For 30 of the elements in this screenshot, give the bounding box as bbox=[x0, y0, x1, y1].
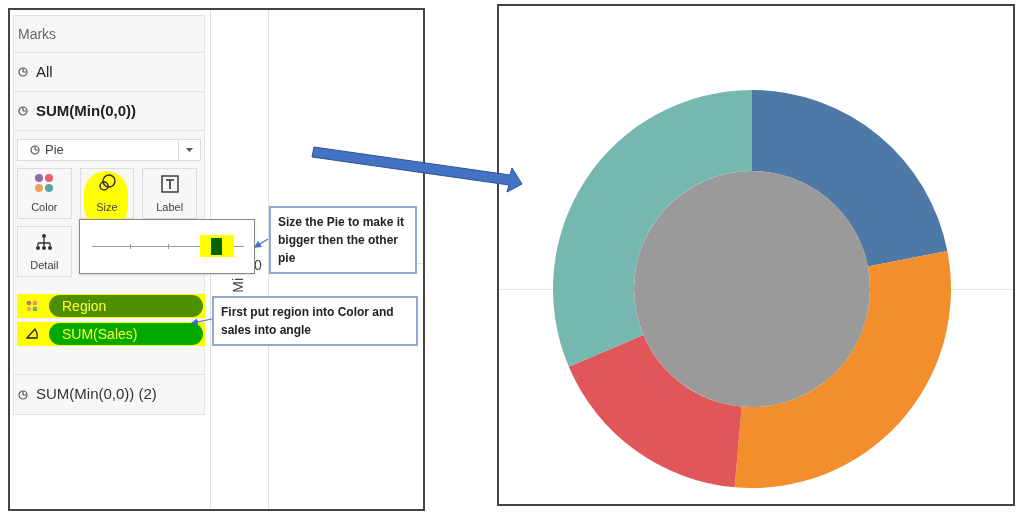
layer-item[interactable]: All bbox=[14, 53, 204, 92]
color-dots-icon bbox=[34, 172, 55, 193]
panel-title: Marks bbox=[14, 16, 204, 53]
callout-text: First put region into Color and sales into angle bbox=[212, 296, 418, 346]
mark-card[interactable]: Detail bbox=[17, 226, 72, 277]
layer-label: All bbox=[36, 61, 53, 82]
slider-thumb[interactable] bbox=[199, 235, 234, 257]
axis-tick-label: 0 bbox=[254, 256, 262, 275]
layer-item[interactable]: SUM(Min(0,0)) (2) bbox=[14, 374, 204, 414]
leader-line bbox=[254, 238, 269, 248]
mark-type-dropdown[interactable]: Pie bbox=[17, 139, 201, 161]
field-pill[interactable]: Region bbox=[49, 295, 203, 317]
color-dots-icon bbox=[26, 300, 38, 312]
leader-line bbox=[190, 318, 213, 326]
hierarchy-icon bbox=[35, 232, 54, 251]
mark-card[interactable]: Color bbox=[17, 168, 72, 219]
text-icon bbox=[160, 174, 179, 193]
caret-icon bbox=[186, 148, 193, 152]
axis-title: Mi bbox=[230, 278, 246, 293]
angle-icon bbox=[25, 328, 39, 340]
pie-icon bbox=[30, 145, 40, 155]
pie-icon bbox=[18, 67, 28, 77]
callout-text: Size the Pie to make it bigger then the other pie bbox=[269, 206, 417, 274]
layer-item[interactable]: SUM(Min(0,0)) bbox=[14, 92, 204, 131]
size-circles-icon bbox=[97, 172, 117, 193]
mark-card[interactable]: Label bbox=[142, 168, 197, 219]
layer-label: SUM(Min(0,0)) bbox=[36, 100, 136, 121]
slider-track[interactable] bbox=[92, 235, 244, 257]
pie-icon bbox=[18, 106, 28, 116]
pie-icon bbox=[18, 389, 28, 400]
